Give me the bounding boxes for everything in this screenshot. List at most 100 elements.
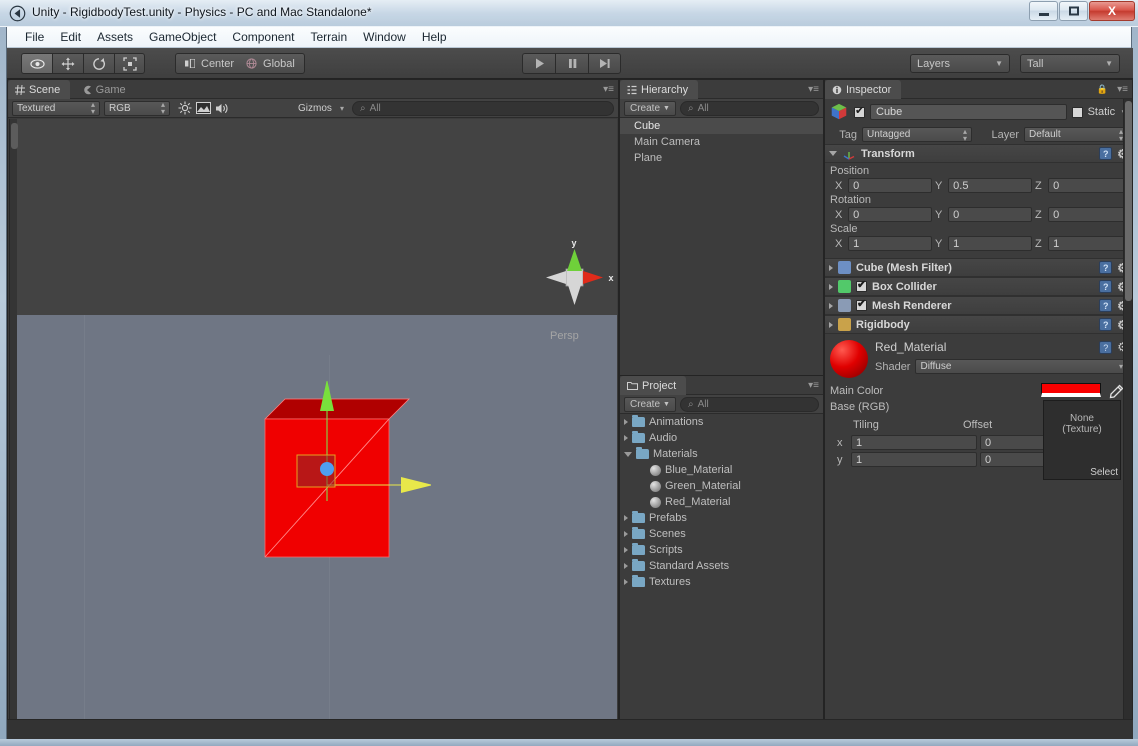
project-tree-item[interactable]: Scripts — [620, 542, 823, 558]
scene-search-input[interactable]: ⌕ All — [352, 100, 614, 116]
rotate-tool-button[interactable] — [83, 53, 114, 74]
tab-project[interactable]: Project — [620, 376, 687, 395]
hierarchy-search-input[interactable]: ⌕ All — [679, 100, 819, 116]
rotation-z-input[interactable]: 0 — [1048, 207, 1132, 222]
component-header[interactable]: Cube (Mesh Filter)?⚙ — [825, 258, 1132, 277]
inspector-scroll-thumb[interactable] — [1125, 101, 1132, 301]
help-icon[interactable]: ? — [1099, 147, 1113, 160]
project-tree-item[interactable]: Scenes — [620, 526, 823, 542]
space-mode-label[interactable]: Global — [263, 58, 295, 70]
expand-triangle-icon[interactable] — [624, 579, 628, 585]
eyedropper-icon[interactable] — [1108, 384, 1124, 400]
maximize-button[interactable] — [1059, 1, 1088, 21]
component-enabled-checkbox[interactable] — [856, 298, 867, 311]
expand-triangle-icon[interactable] — [624, 531, 628, 537]
expand-triangle-icon[interactable] — [624, 563, 628, 569]
expand-triangle-icon[interactable] — [829, 151, 837, 156]
expand-triangle-icon[interactable] — [624, 435, 628, 441]
render-mode-dropdown[interactable]: RGB ▴ ▾ — [104, 100, 170, 116]
scene-viewport[interactable]: y x Persp — [9, 119, 617, 737]
hierarchy-panel-menu-icon[interactable]: ▾≡ — [808, 84, 819, 95]
position-y-input[interactable]: 0.5 — [948, 178, 1032, 193]
play-button[interactable] — [522, 53, 555, 74]
object-enabled-checkbox[interactable] — [854, 105, 865, 118]
help-icon[interactable]: ? — [1099, 280, 1113, 293]
expand-triangle-icon[interactable] — [624, 547, 628, 553]
tab-hierarchy[interactable]: Hierarchy — [620, 80, 699, 99]
scale-tool-button[interactable] — [114, 53, 145, 74]
project-search-input[interactable]: ⌕ All — [679, 396, 819, 412]
menu-item-file[interactable]: File — [17, 28, 52, 46]
scale-y-input[interactable]: 1 — [948, 236, 1032, 251]
project-tree-item[interactable]: Green_Material — [620, 478, 823, 494]
project-panel-menu-icon[interactable]: ▾≡ — [808, 380, 819, 391]
close-button[interactable]: X — [1089, 1, 1135, 21]
main-color-swatch[interactable] — [1041, 383, 1101, 397]
expand-triangle-icon[interactable] — [624, 419, 628, 425]
cube-object[interactable] — [241, 381, 431, 576]
menu-item-assets[interactable]: Assets — [89, 28, 141, 46]
scale-z-input[interactable]: 1 — [1048, 236, 1132, 251]
hand-tool-button[interactable] — [21, 53, 52, 74]
help-icon[interactable]: ? — [1099, 299, 1113, 312]
hierarchy-item-main-camera[interactable]: Main Camera — [620, 134, 823, 150]
expand-triangle-icon[interactable] — [829, 283, 833, 290]
expand-triangle-icon[interactable] — [829, 302, 833, 309]
hierarchy-create-button[interactable]: Create ▼ — [624, 100, 676, 116]
help-icon[interactable]: ? — [1099, 340, 1113, 354]
lock-icon[interactable]: 🔒 — [1097, 84, 1108, 95]
expand-triangle-icon[interactable] — [624, 515, 628, 521]
expand-triangle-icon[interactable] — [829, 321, 833, 328]
gizmos-dropdown[interactable]: Gizmos ▾ — [294, 101, 348, 116]
layer-dropdown[interactable]: Default ▴ ▾ — [1024, 127, 1128, 142]
layers-dropdown[interactable]: Layers ▼ — [910, 54, 1010, 73]
minimize-button[interactable] — [1029, 1, 1058, 21]
object-name-input[interactable]: Cube — [870, 104, 1067, 120]
inspector-vertical-scrollbar[interactable] — [1123, 99, 1132, 738]
tab-scene[interactable]: Scene — [8, 80, 71, 99]
scene-vertical-scrollbar[interactable] — [9, 119, 18, 737]
menu-item-window[interactable]: Window — [355, 28, 414, 46]
component-header[interactable]: Box Collider?⚙ — [825, 277, 1132, 296]
position-z-input[interactable]: 0 — [1048, 178, 1132, 193]
position-x-input[interactable]: 0 — [848, 178, 932, 193]
project-tree-item[interactable]: Blue_Material — [620, 462, 823, 478]
component-header[interactable]: Rigidbody?⚙ — [825, 315, 1132, 334]
project-tree-item[interactable]: Audio — [620, 430, 823, 446]
tiling-y-input[interactable]: 1 — [851, 452, 977, 467]
help-icon[interactable]: ? — [1099, 318, 1113, 331]
static-checkbox[interactable] — [1071, 106, 1083, 118]
move-tool-button[interactable] — [52, 53, 83, 74]
inspector-panel-menu-icon[interactable]: ▾≡ — [1117, 84, 1128, 95]
rotation-y-input[interactable]: 0 — [948, 207, 1032, 222]
menu-item-edit[interactable]: Edit — [52, 28, 89, 46]
menu-item-help[interactable]: Help — [414, 28, 455, 46]
scene-panel-menu-icon[interactable]: ▾≡ — [603, 84, 614, 95]
help-icon[interactable]: ? — [1099, 261, 1113, 274]
tiling-x-input[interactable]: 1 — [851, 435, 977, 450]
step-button[interactable] — [588, 53, 621, 74]
texture-select-button[interactable]: Select — [1090, 467, 1118, 478]
transform-component-header[interactable]: Transform ? ⚙ — [825, 144, 1132, 163]
tag-dropdown[interactable]: Untagged ▴ ▾ — [862, 127, 972, 142]
pause-button[interactable] — [555, 53, 588, 74]
menu-item-terrain[interactable]: Terrain — [302, 28, 355, 46]
tab-inspector[interactable]: Inspector — [825, 80, 902, 99]
project-tree-item[interactable]: Animations — [620, 414, 823, 430]
scene-orientation-gizmo[interactable]: y x — [533, 239, 617, 319]
texture-slot[interactable]: None (Texture) Select — [1043, 400, 1121, 480]
project-tree-item[interactable]: Materials — [620, 446, 823, 462]
project-tree-item[interactable]: Textures — [620, 574, 823, 590]
tab-game[interactable]: Game — [75, 80, 136, 99]
speaker-icon[interactable] — [215, 102, 229, 115]
scale-x-input[interactable]: 1 — [848, 236, 932, 251]
scene-scroll-thumb[interactable] — [11, 123, 18, 149]
draw-mode-dropdown[interactable]: Textured ▴ ▾ — [12, 100, 100, 116]
project-create-button[interactable]: Create ▼ — [624, 396, 676, 412]
pivot-mode-label[interactable]: Center — [201, 58, 234, 70]
expand-triangle-icon[interactable] — [829, 264, 833, 271]
hierarchy-item-cube[interactable]: Cube — [620, 118, 823, 134]
collapse-triangle-icon[interactable] — [624, 451, 632, 457]
menu-item-gameobject[interactable]: GameObject — [141, 28, 224, 46]
project-tree-item[interactable]: Red_Material — [620, 494, 823, 510]
